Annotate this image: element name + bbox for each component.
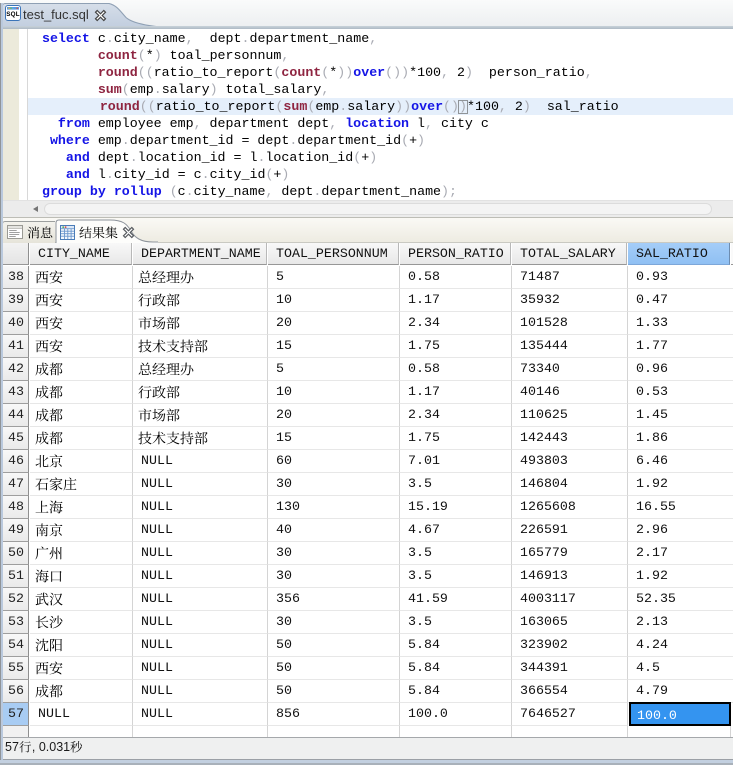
- svg-text:SQL: SQL: [6, 11, 20, 18]
